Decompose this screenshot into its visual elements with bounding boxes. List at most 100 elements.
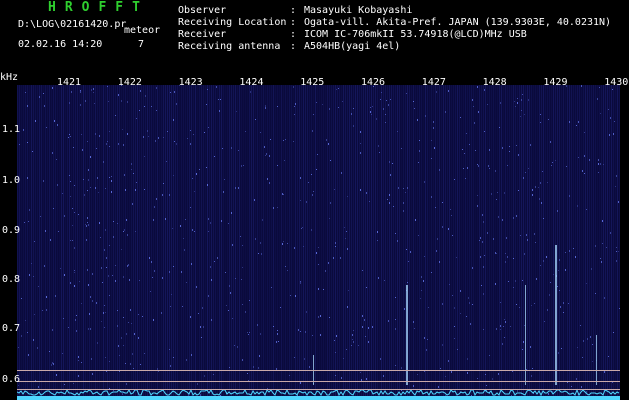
noise-speckle xyxy=(236,111,237,112)
noise-speckle xyxy=(285,139,286,140)
noise-column xyxy=(567,85,568,400)
noise-column xyxy=(529,85,530,400)
noise-speckle xyxy=(577,205,578,207)
noise-speckle xyxy=(242,245,243,246)
noise-speckle xyxy=(52,362,53,364)
noise-speckle xyxy=(577,347,578,348)
noise-column xyxy=(71,85,72,400)
noise-speckle xyxy=(170,306,171,307)
noise-speckle xyxy=(105,229,106,231)
noise-column xyxy=(323,85,324,400)
noise-speckle xyxy=(467,358,468,360)
noise-speckle xyxy=(514,101,515,102)
noise-speckle xyxy=(344,227,345,228)
noise-column xyxy=(355,85,356,400)
noise-column xyxy=(153,85,154,400)
noise-speckle xyxy=(513,217,514,219)
noise-speckle xyxy=(249,332,250,333)
noise-speckle xyxy=(421,276,422,278)
noise-speckle xyxy=(100,237,101,238)
noise-column xyxy=(255,85,256,400)
noise-speckle xyxy=(74,185,75,186)
noise-column xyxy=(545,85,546,400)
noise-speckle xyxy=(497,192,498,193)
noise-speckle xyxy=(169,271,170,273)
noise-speckle xyxy=(608,356,609,357)
noise-speckle xyxy=(487,232,488,234)
noise-column xyxy=(437,85,438,400)
noise-speckle xyxy=(547,182,548,183)
noise-speckle xyxy=(140,90,141,92)
noise-speckle xyxy=(520,235,521,236)
noise-speckle xyxy=(414,328,415,329)
noise-speckle xyxy=(552,162,553,163)
noise-speckle xyxy=(98,192,99,193)
noise-column xyxy=(295,85,296,400)
noise-speckle xyxy=(466,133,467,134)
noise-column xyxy=(391,85,392,400)
noise-speckle xyxy=(515,106,516,107)
noise-speckle xyxy=(300,281,301,282)
noise-speckle xyxy=(253,366,254,368)
noise-column xyxy=(397,85,398,400)
noise-column xyxy=(471,85,472,400)
noise-speckle xyxy=(403,210,404,212)
noise-speckle xyxy=(405,192,406,193)
noise-speckle xyxy=(613,332,614,333)
noise-speckle xyxy=(87,190,88,191)
noise-column xyxy=(357,85,358,400)
noise-speckle xyxy=(507,165,508,166)
noise-speckle xyxy=(144,156,145,157)
noise-speckle xyxy=(265,105,266,107)
noise-speckle xyxy=(25,92,26,93)
noise-speckle xyxy=(380,99,381,100)
noise-speckle xyxy=(335,352,336,353)
noise-speckle xyxy=(108,101,109,102)
noise-speckle xyxy=(68,137,69,138)
noise-column xyxy=(267,85,268,400)
noise-speckle xyxy=(294,114,295,115)
noise-speckle xyxy=(238,150,239,151)
noise-speckle xyxy=(479,240,480,241)
noise-column xyxy=(217,85,218,400)
y-tick-label: 0.8 xyxy=(2,274,21,285)
noise-speckle xyxy=(306,201,307,203)
noise-column xyxy=(503,85,504,400)
noise-speckle xyxy=(448,360,449,362)
noise-speckle xyxy=(465,178,466,179)
noise-speckle xyxy=(341,172,342,174)
noise-speckle xyxy=(186,359,187,361)
noise-speckle xyxy=(334,189,335,190)
noise-speckle xyxy=(451,215,452,216)
noise-column xyxy=(433,85,434,400)
noise-column xyxy=(419,85,420,400)
noise-speckle xyxy=(323,289,324,290)
noise-speckle xyxy=(44,105,45,107)
noise-speckle xyxy=(165,218,166,220)
noise-speckle xyxy=(300,177,301,179)
noise-column xyxy=(619,85,620,400)
noise-column xyxy=(511,85,512,400)
noise-speckle xyxy=(72,240,73,241)
noise-speckle xyxy=(287,270,288,271)
noise-speckle xyxy=(113,221,114,222)
noise-speckle xyxy=(167,131,168,132)
noise-column xyxy=(467,85,468,400)
noise-speckle xyxy=(173,119,174,121)
noise-column xyxy=(443,85,444,400)
noise-speckle xyxy=(109,146,110,147)
noise-speckle xyxy=(148,136,149,137)
noise-speckle xyxy=(358,345,359,346)
noise-speckle xyxy=(218,99,219,100)
noise-column xyxy=(371,85,372,400)
noise-column xyxy=(297,85,298,400)
noise-speckle xyxy=(565,269,566,271)
noise-speckle xyxy=(228,310,229,311)
noise-speckle xyxy=(395,319,396,320)
noise-speckle xyxy=(78,356,79,358)
noise-speckle xyxy=(372,106,373,107)
noise-column xyxy=(135,85,136,400)
noise-speckle xyxy=(318,264,319,265)
noise-speckle xyxy=(541,202,542,204)
noise-speckle xyxy=(478,165,479,167)
